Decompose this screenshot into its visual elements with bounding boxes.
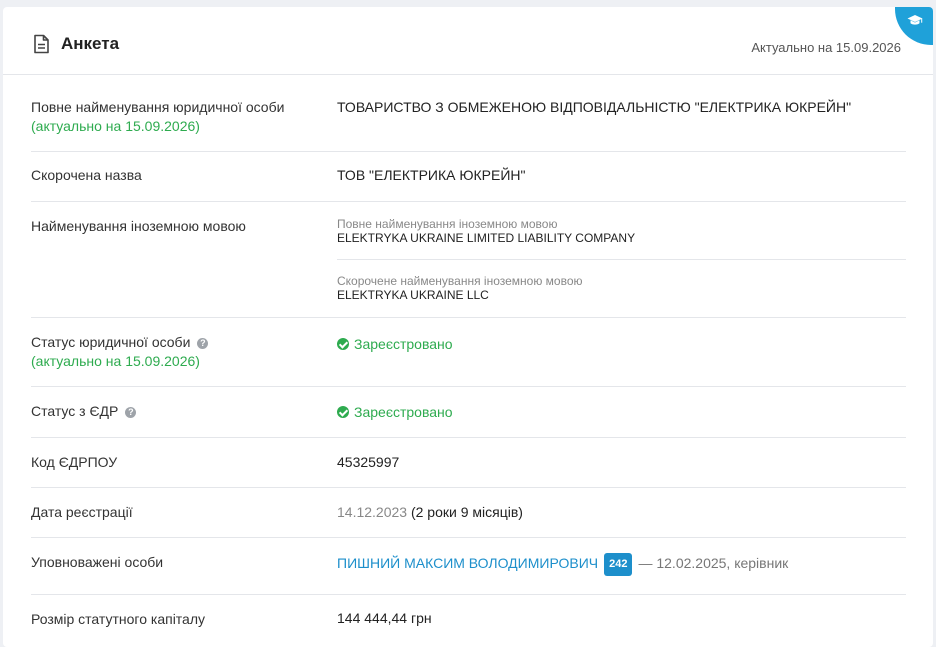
actual-date: Актуально на 15.09.2026 <box>751 40 901 55</box>
edr-status-label: Статус з ЄДР <box>31 403 119 419</box>
foreign-short-value: ELEKTRYKA UKRAINE LLC <box>337 288 489 302</box>
capital-value: 144 444,44 грн <box>337 610 432 626</box>
full-name-actual-note: (актуально на 15.09.2026) <box>31 118 200 134</box>
foreign-full-block: Повне найменування іноземною мовою ELEKT… <box>337 217 906 260</box>
registration-date: 14.12.2023 <box>337 504 408 520</box>
status-label: Статус юридичної особи <box>31 334 191 350</box>
registration-date-label: Дата реєстрації <box>31 504 133 520</box>
person-count-badge[interactable]: 242 <box>604 553 633 576</box>
foreign-short-block: Скорочене найменування іноземною мовою E… <box>337 274 906 303</box>
question-icon[interactable]: ? <box>197 338 209 349</box>
row-edr-status: Статус з ЄДР? Зареєстровано <box>31 387 906 438</box>
row-registration-date: Дата реєстрації 14.12.2023 (2 роки 9 міс… <box>31 488 906 538</box>
foreign-full-value: ELEKTRYKA UKRAINE LIMITED LIABILITY COMP… <box>337 231 636 245</box>
document-icon <box>34 34 49 54</box>
full-name-label: Повне найменування юридичної особи <box>31 99 285 115</box>
row-authorized-persons: Уповноважені особи ПИШНИЙ МАКСИМ ВОЛОДИМ… <box>31 538 906 595</box>
row-short-name: Скорочена назва ТОВ "ЕЛЕКТРИКА ЮКРЕЙН" <box>31 152 906 202</box>
page-title: Анкета <box>61 34 120 53</box>
edr-status-value: Зареєстровано <box>354 404 453 420</box>
authorized-person-link[interactable]: ПИШНИЙ МАКСИМ ВОЛОДИМИРОВИЧ <box>337 555 598 571</box>
row-status: Статус юридичної особи? (актуально на 15… <box>31 318 906 387</box>
foreign-full-caption: Повне найменування іноземною мовою <box>337 217 558 231</box>
authorized-label: Уповноважені особи <box>31 554 164 570</box>
row-capital: Розмір статутного капіталу 144 444,44 гр… <box>31 595 906 647</box>
profile-card: Анкета Актуально на 15.09.2026 Повне най… <box>3 7 933 647</box>
row-foreign-names: Найменування іноземною мовою Повне найме… <box>31 202 906 318</box>
registration-duration: (2 роки 9 місяців) <box>410 504 523 520</box>
capital-label: Розмір статутного капіталу <box>31 611 206 627</box>
status-actual-note: (актуально на 15.09.2026) <box>31 353 200 369</box>
row-edrpou: Код ЄДРПОУ 45325997 <box>31 438 906 488</box>
question-icon[interactable]: ? <box>125 407 137 418</box>
authorized-info: — 12.02.2025, керівник <box>638 555 789 571</box>
short-name-value: ТОВ "ЕЛЕКТРИКА ЮКРЕЙН" <box>337 167 526 183</box>
short-name-label: Скорочена назва <box>31 167 142 183</box>
status-value: Зареєстровано <box>354 336 453 352</box>
full-name-value: ТОВАРИСТВО З ОБМЕЖЕНОЮ ВІДПОВІДАЛЬНІСТЮ … <box>337 99 852 115</box>
card-header: Анкета Актуально на 15.09.2026 <box>3 7 933 75</box>
edrpou-value: 45325997 <box>337 454 400 470</box>
edrpou-label: Код ЄДРПОУ <box>31 454 118 470</box>
foreign-names-label: Найменування іноземною мовою <box>31 218 246 234</box>
check-circle-icon <box>337 406 349 418</box>
row-full-name: Повне найменування юридичної особи (акту… <box>31 75 906 152</box>
check-circle-icon <box>337 338 349 350</box>
foreign-short-caption: Скорочене найменування іноземною мовою <box>337 274 583 288</box>
